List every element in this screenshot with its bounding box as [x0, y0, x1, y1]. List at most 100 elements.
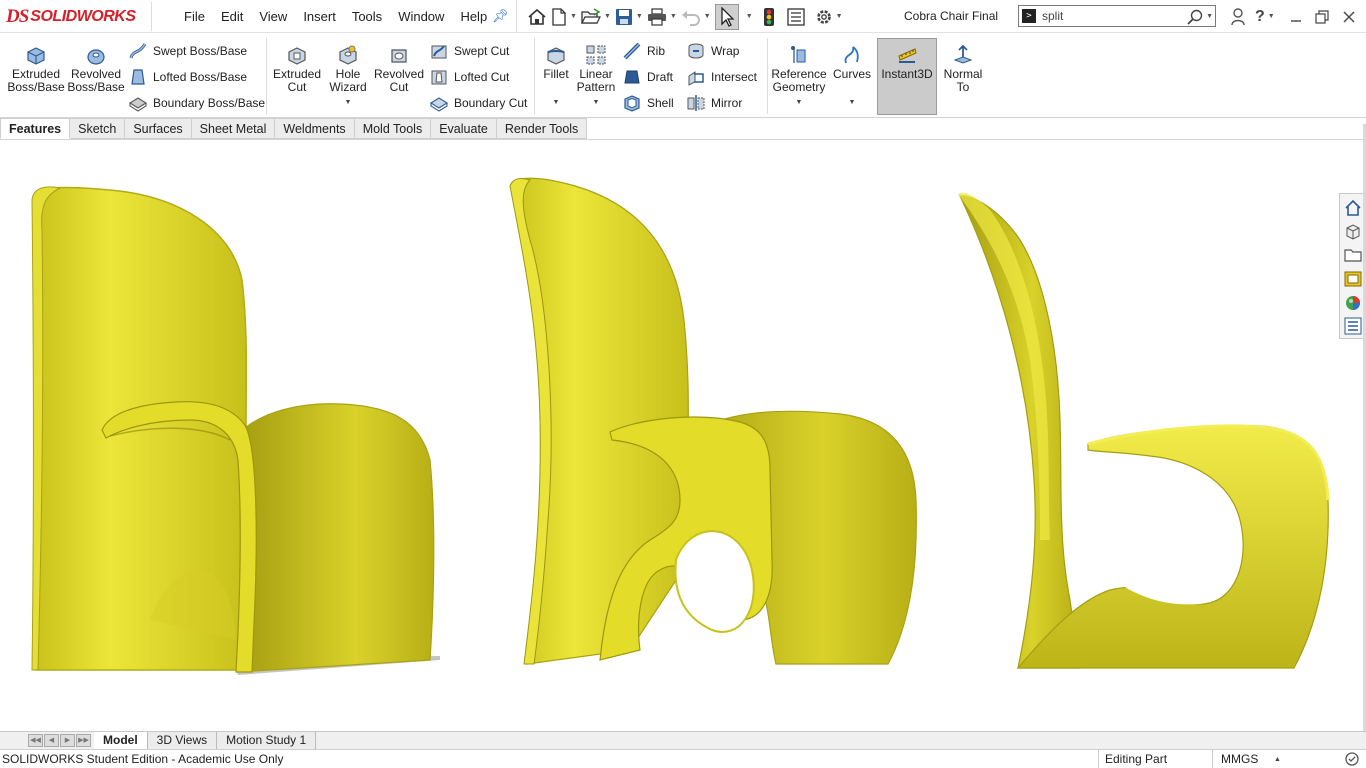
- tab-render-tools[interactable]: Render Tools: [496, 118, 588, 139]
- instant3d-button[interactable]: Instant3D: [877, 42, 937, 81]
- solidworks-window: DS SOLIDWORKS File Edit View Insert Tool…: [0, 0, 1366, 768]
- print-dropdown-icon[interactable]: ▼: [670, 13, 677, 20]
- close-icon[interactable]: [1342, 10, 1356, 24]
- rebuild-status-icon[interactable]: [1344, 751, 1360, 768]
- boundary-boss-button[interactable]: Boundary Boss/Base: [128, 94, 265, 112]
- tab-motion-study[interactable]: Motion Study 1: [217, 732, 317, 749]
- tab-3d-views[interactable]: 3D Views: [147, 732, 218, 749]
- unit-system[interactable]: MMGS: [1212, 750, 1258, 768]
- wrap-button[interactable]: Wrap: [686, 42, 739, 60]
- curves-dropdown-icon[interactable]: ▼: [849, 96, 856, 109]
- tab-evaluate[interactable]: Evaluate: [431, 118, 497, 139]
- lofted-cut-button[interactable]: Lofted Cut: [429, 68, 509, 86]
- last-tab-arrow[interactable]: ▶▶: [76, 734, 91, 747]
- minimize-icon[interactable]: [1290, 11, 1302, 23]
- graphics-area[interactable]: [0, 140, 1366, 732]
- new-dropdown-icon[interactable]: ▼: [570, 13, 577, 20]
- help-dropdown-icon[interactable]: ▼: [1268, 13, 1275, 20]
- user-account-icon[interactable]: [1231, 7, 1245, 26]
- new-document-icon[interactable]: ▼: [549, 0, 579, 33]
- custom-properties-icon[interactable]: [1344, 314, 1362, 338]
- linear-pattern-dropdown-icon[interactable]: ▼: [593, 96, 600, 109]
- print-icon[interactable]: ▼: [645, 0, 679, 33]
- revolved-boss-button[interactable]: Revolved Boss/Base: [67, 42, 125, 94]
- revolved-cut-button[interactable]: Revolved Cut: [374, 42, 424, 94]
- search-dropdown-icon[interactable]: ▼: [1206, 13, 1213, 20]
- select-icon[interactable]: [714, 3, 739, 30]
- view-palette-icon[interactable]: [1344, 267, 1362, 291]
- swept-boss-button[interactable]: Swept Boss/Base: [128, 42, 247, 60]
- home-icon[interactable]: [525, 0, 549, 33]
- fillet-dropdown-icon[interactable]: ▼: [553, 96, 560, 109]
- save-icon[interactable]: ▼: [613, 0, 645, 33]
- reference-geometry-dropdown-icon[interactable]: ▼: [796, 96, 803, 109]
- search-icon[interactable]: [1187, 9, 1203, 28]
- solidworks-resources-icon[interactable]: [1344, 196, 1362, 220]
- shell-button[interactable]: Shell: [622, 94, 674, 112]
- first-tab-arrow[interactable]: ◀◀: [28, 734, 43, 747]
- fillet-label: Fillet: [543, 67, 569, 81]
- file-explorer-icon[interactable]: [1344, 243, 1362, 267]
- menu-insert[interactable]: Insert: [295, 9, 344, 24]
- undo-icon[interactable]: ▼: [679, 0, 713, 33]
- rib-button[interactable]: Rib: [622, 42, 665, 60]
- search-input[interactable]: [1042, 9, 1182, 23]
- tab-model[interactable]: Model: [94, 732, 148, 749]
- menu-view[interactable]: View: [251, 9, 295, 24]
- command-manager: Extruded Boss/Base Revolved Boss/Base Sw…: [0, 34, 1366, 118]
- chair-view-front[interactable]: [31, 186, 440, 675]
- select-dropdown-icon[interactable]: ▼: [741, 0, 755, 33]
- tab-features[interactable]: Features: [0, 118, 71, 139]
- chair-view-isometric[interactable]: [509, 177, 917, 665]
- appearances-icon[interactable]: [1344, 291, 1362, 315]
- menu-help[interactable]: Help: [452, 9, 495, 24]
- menu-window[interactable]: Window: [390, 9, 452, 24]
- tab-surfaces[interactable]: Surfaces: [125, 118, 192, 139]
- rebuild-icon[interactable]: [761, 0, 777, 33]
- lofted-boss-button[interactable]: Lofted Boss/Base: [128, 68, 247, 86]
- search-commands-icon[interactable]: >: [1022, 9, 1036, 23]
- open-icon[interactable]: ▼: [579, 0, 613, 33]
- linear-pattern-icon: [585, 42, 607, 66]
- pin-menu-icon[interactable]: 📌︎: [492, 8, 509, 24]
- menu-tools[interactable]: Tools: [344, 9, 390, 24]
- design-library-icon[interactable]: [1344, 220, 1362, 244]
- mirror-button[interactable]: Mirror: [686, 94, 742, 112]
- chair-model-views[interactable]: [0, 140, 1366, 732]
- reference-geometry-button[interactable]: Reference Geometry ▼: [771, 42, 827, 109]
- options-dropdown-icon[interactable]: ▼: [836, 13, 843, 20]
- tab-weldments[interactable]: Weldments: [275, 118, 355, 139]
- prev-tab-arrow[interactable]: ◀: [44, 734, 59, 747]
- tab-mold-tools[interactable]: Mold Tools: [354, 118, 432, 139]
- restore-icon[interactable]: [1315, 9, 1329, 24]
- file-properties-icon[interactable]: [785, 0, 807, 33]
- search-box[interactable]: > ▼: [1018, 5, 1216, 27]
- save-dropdown-icon[interactable]: ▼: [636, 13, 643, 20]
- extruded-cut-button[interactable]: Extruded Cut: [272, 42, 322, 94]
- tab-sheet-metal[interactable]: Sheet Metal: [191, 118, 276, 139]
- tab-sketch[interactable]: Sketch: [70, 118, 126, 139]
- help-icon[interactable]: ?: [1255, 8, 1265, 26]
- draft-button[interactable]: Draft: [622, 68, 673, 86]
- hole-wizard-button[interactable]: Hole Wizard ▼: [325, 42, 371, 109]
- extruded-boss-button[interactable]: Extruded Boss/Base: [7, 42, 65, 94]
- fillet-button[interactable]: Fillet ▼: [540, 42, 572, 109]
- swept-cut-button[interactable]: Swept Cut: [429, 42, 509, 60]
- intersect-button[interactable]: Intersect: [686, 68, 757, 86]
- unit-system-dropdown-icon[interactable]: ▲: [1274, 756, 1281, 763]
- open-dropdown-icon[interactable]: ▼: [604, 13, 611, 20]
- boundary-cut-button[interactable]: Boundary Cut: [429, 94, 527, 112]
- normal-to-button[interactable]: Normal To: [940, 42, 986, 94]
- next-tab-arrow[interactable]: ▶: [60, 734, 75, 747]
- options-icon[interactable]: ▼: [813, 0, 845, 33]
- hole-wizard-dropdown-icon[interactable]: ▼: [345, 96, 352, 109]
- menu-edit[interactable]: Edit: [213, 9, 251, 24]
- linear-pattern-button[interactable]: Linear Pattern ▼: [576, 42, 616, 109]
- solidworks-logo[interactable]: DS SOLIDWORKS: [6, 2, 152, 31]
- chair-view-side[interactable]: [958, 192, 1330, 669]
- menu-file[interactable]: File: [176, 9, 213, 24]
- curves-button[interactable]: Curves ▼: [830, 42, 874, 109]
- undo-dropdown-icon[interactable]: ▼: [704, 13, 711, 20]
- revolved-cut-label: Revolved Cut: [373, 67, 425, 94]
- rib-icon: [622, 42, 642, 60]
